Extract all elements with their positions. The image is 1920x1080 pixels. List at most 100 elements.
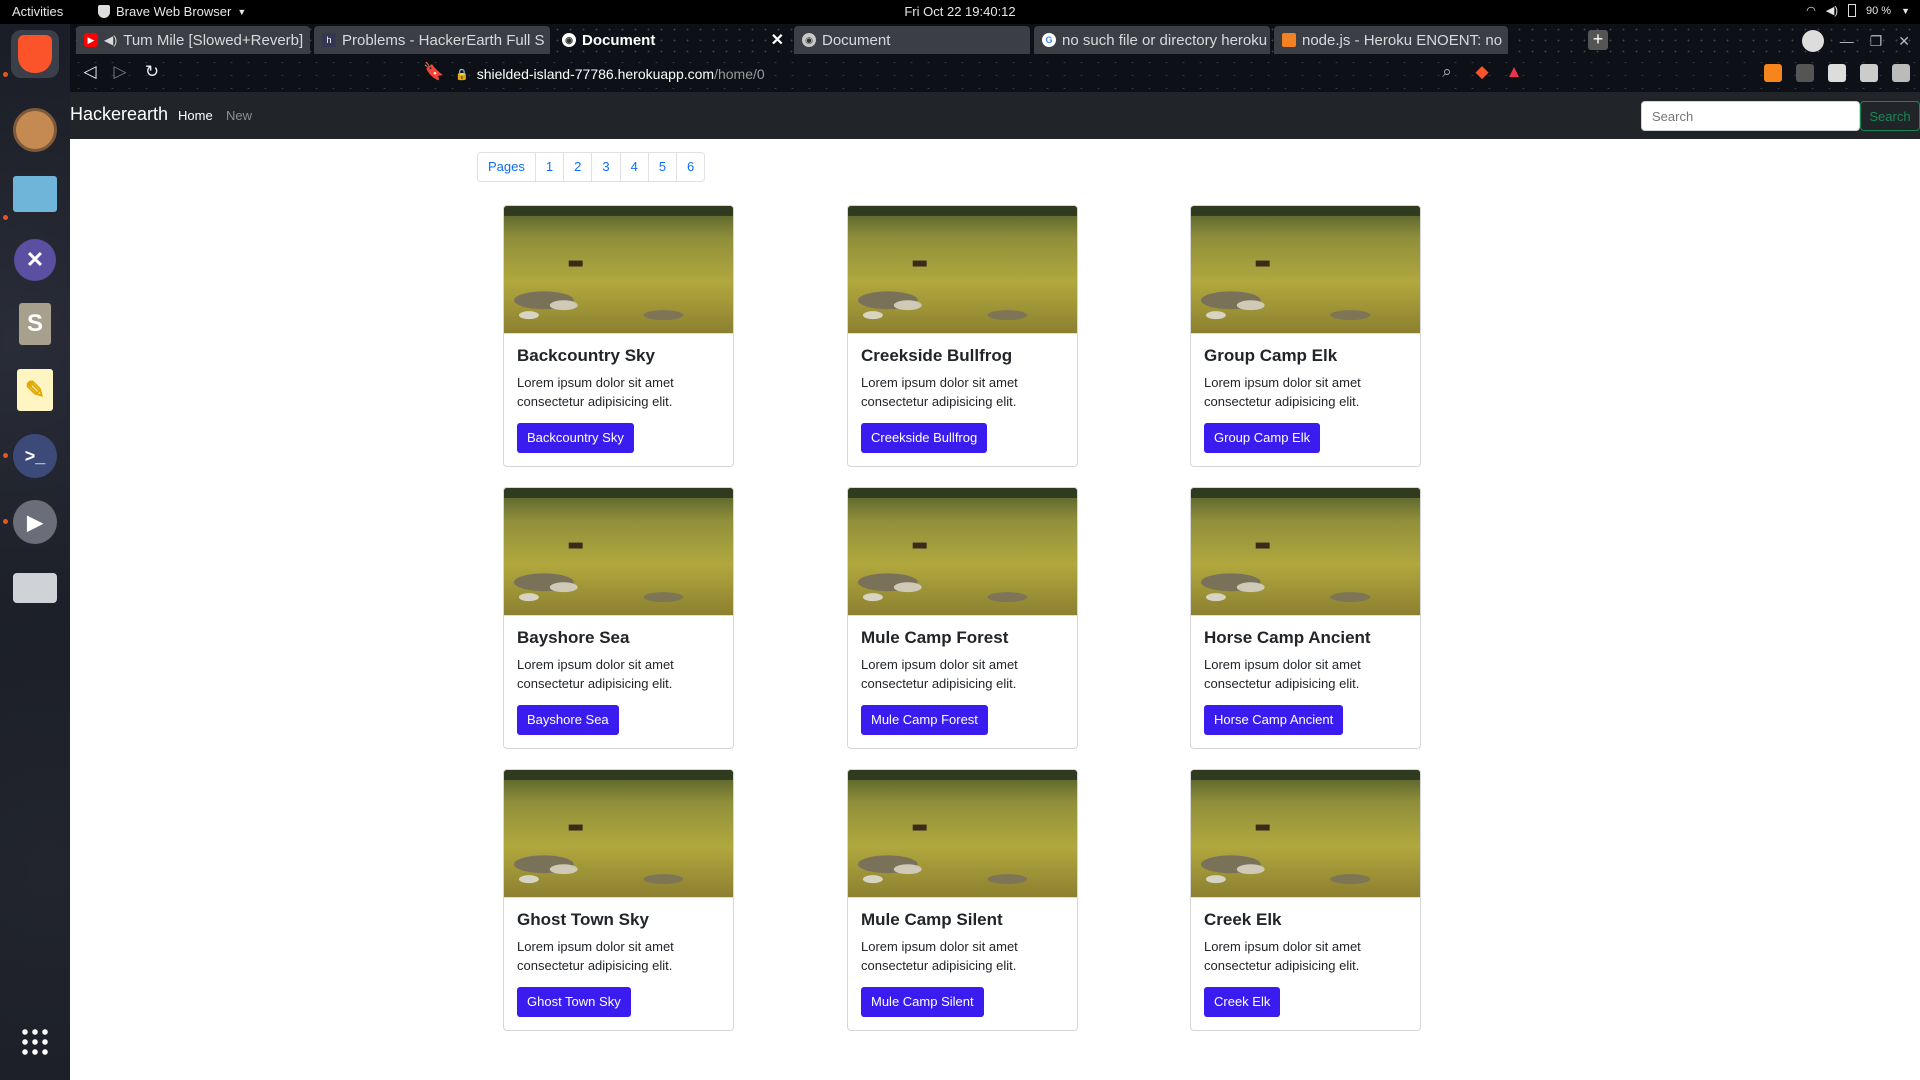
card-title: Backcountry Sky: [517, 346, 655, 365]
card-image: [848, 770, 1077, 898]
back-icon[interactable]: ◁: [78, 62, 102, 86]
campground-card: Backcountry Sky Lorem ipsum dolor sit ame…: [503, 205, 734, 467]
page-link-3[interactable]: 3: [591, 153, 619, 181]
page-link-4[interactable]: 4: [619, 153, 648, 181]
card-image: [1191, 488, 1420, 616]
system-tray[interactable]: ◠ ◀) 90 % ▼: [1806, 4, 1910, 17]
new-tab-button[interactable]: +: [1588, 30, 1608, 50]
close-tab-icon[interactable]: ✕: [771, 30, 784, 50]
card-title: Bayshore Sea: [517, 628, 630, 647]
tab-strip: ▶ ◀) Tum Mile [Slowed+Reverb] h Problems…: [70, 24, 1920, 56]
card-image: [848, 206, 1077, 334]
card-title: Horse Camp Ancient: [1204, 628, 1371, 647]
extension-icon[interactable]: [1796, 64, 1814, 82]
tab-document[interactable]: ◉ Document: [794, 26, 1030, 54]
url-host: shielded-island-77786.herokuapp.com: [476, 66, 715, 82]
card-text: Lorem ipsum dolor sit amet consectetur a…: [861, 657, 1018, 691]
playlist-icon[interactable]: [1860, 64, 1878, 82]
tab-label: Document: [822, 31, 891, 49]
card-text: Lorem ipsum dolor sit amet consectetur a…: [1204, 657, 1361, 691]
card-text: Lorem ipsum dolor sit amet consectetur a…: [861, 375, 1018, 409]
campground-card: Creekside Bullfrog Lorem ipsum dolor sit …: [847, 205, 1078, 467]
nav-home-link[interactable]: Home: [178, 108, 213, 123]
profile-icon[interactable]: [1801, 30, 1824, 52]
firefox-icon[interactable]: [11, 106, 59, 154]
stackoverflow-icon: [1282, 33, 1296, 47]
page-link-5[interactable]: 5: [647, 153, 676, 181]
system-top-bar: Activities Brave Web Browser ▼ Fri Oct 2…: [0, 0, 1920, 24]
tab-youtube[interactable]: ▶ ◀) Tum Mile [Slowed+Reverb]: [76, 26, 310, 54]
media-player-icon[interactable]: ▶: [11, 498, 59, 546]
drive-icon[interactable]: [11, 564, 59, 612]
running-indicator: [3, 72, 8, 77]
close-window-icon[interactable]: ✕: [1898, 33, 1910, 50]
battery-percent: 90 %: [1866, 4, 1892, 17]
page-link-1[interactable]: 1: [534, 153, 563, 181]
card-button[interactable]: Bayshore Sea: [517, 705, 619, 735]
dock: ✕ S ✎ >_ ▶: [0, 24, 70, 1080]
menu-icon[interactable]: [1892, 64, 1910, 82]
restore-icon[interactable]: ❐: [1870, 33, 1883, 50]
vscode-icon[interactable]: ✕: [11, 236, 59, 284]
clock[interactable]: Fri Oct 22 19:40:12: [0, 4, 1920, 19]
globe-icon: ◉: [802, 33, 816, 47]
tab-label: Tum Mile [Slowed+Reverb]: [123, 31, 304, 49]
extensions-area: [1764, 64, 1910, 82]
metamask-icon[interactable]: [1764, 64, 1782, 82]
tab-document-active[interactable]: ◉ Document ✕: [554, 26, 790, 54]
forward-icon[interactable]: ▷: [108, 62, 132, 86]
brave-rewards-icon[interactable]: ▲: [1502, 62, 1526, 86]
page-link-2[interactable]: 2: [563, 153, 591, 181]
card-button[interactable]: Mule Camp Forest: [861, 705, 988, 735]
card-button[interactable]: Mule Camp Silent: [861, 987, 984, 1017]
card-button[interactable]: Creekside Bullfrog: [861, 423, 988, 453]
tab-google-search[interactable]: G no such file or directory heroku: [1034, 26, 1270, 54]
card-title: Group Camp Elk: [1204, 346, 1338, 365]
tab-label: node.js - Heroku ENOENT: no: [1302, 31, 1503, 49]
card-image: [848, 488, 1077, 616]
brand-link[interactable]: Hackerearth: [70, 104, 168, 125]
url-path: /home/0: [714, 66, 765, 82]
running-indicator: [3, 519, 8, 524]
campground-card: Mule Camp Forest Lorem ipsum dolor sit am…: [847, 487, 1078, 749]
card-text: Lorem ipsum dolor sit amet consectetur a…: [517, 657, 674, 691]
card-button[interactable]: Backcountry Sky: [517, 423, 634, 453]
hackerearth-icon: h: [322, 33, 336, 47]
puzzle-icon[interactable]: [1828, 64, 1846, 82]
search-button[interactable]: Search: [1860, 101, 1920, 131]
zoom-icon[interactable]: ⌕: [1435, 62, 1459, 86]
card-image: [504, 488, 733, 616]
page-link-6[interactable]: 6: [676, 153, 704, 181]
audio-icon: ◀): [104, 33, 118, 47]
campground-card: Horse Camp Ancient Lorem ipsum dolor sit …: [1190, 487, 1421, 749]
wifi-icon: ◠: [1806, 5, 1816, 17]
card-button[interactable]: Ghost Town Sky: [517, 987, 631, 1017]
text-editor-icon[interactable]: ✎: [11, 366, 59, 414]
nav-new-link[interactable]: New: [226, 108, 252, 123]
tab-stackoverflow[interactable]: node.js - Heroku ENOENT: no: [1274, 26, 1508, 54]
search-input[interactable]: [1641, 101, 1860, 131]
google-icon: G: [1042, 33, 1056, 47]
globe-icon: ◉: [562, 33, 576, 47]
campground-card: Ghost Town Sky Lorem ipsum dolor sit amet…: [503, 769, 734, 1031]
minimize-icon[interactable]: —: [1840, 33, 1854, 49]
card-button[interactable]: Horse Camp Ancient: [1204, 705, 1344, 735]
volume-icon: ◀): [1825, 5, 1838, 17]
running-indicator: [3, 453, 8, 458]
pagination-label: Pages: [488, 159, 525, 174]
tab-hackerearth[interactable]: h Problems - HackerEarth Full S: [314, 26, 550, 54]
card-text: Lorem ipsum dolor sit amet consectetur a…: [517, 375, 674, 409]
show-applications-icon[interactable]: [11, 1018, 59, 1066]
card-text: Lorem ipsum dolor sit amet consectetur a…: [861, 939, 1018, 973]
brave-shields-icon[interactable]: ◆: [1470, 62, 1494, 86]
card-button[interactable]: Group Camp Elk: [1204, 423, 1321, 453]
sublime-icon[interactable]: S: [11, 300, 59, 348]
files-icon[interactable]: [11, 170, 59, 218]
brave-browser-icon[interactable]: [11, 30, 59, 78]
card-button[interactable]: Creek Elk: [1204, 987, 1281, 1017]
reload-icon[interactable]: ↻: [140, 62, 164, 86]
address-bar[interactable]: 🔒 shielded-island-77786.herokuapp.com/ho…: [455, 62, 1485, 86]
card-image: [504, 206, 733, 334]
terminal-icon[interactable]: >_: [11, 432, 59, 480]
bookmark-icon[interactable]: 🔖: [422, 62, 446, 86]
